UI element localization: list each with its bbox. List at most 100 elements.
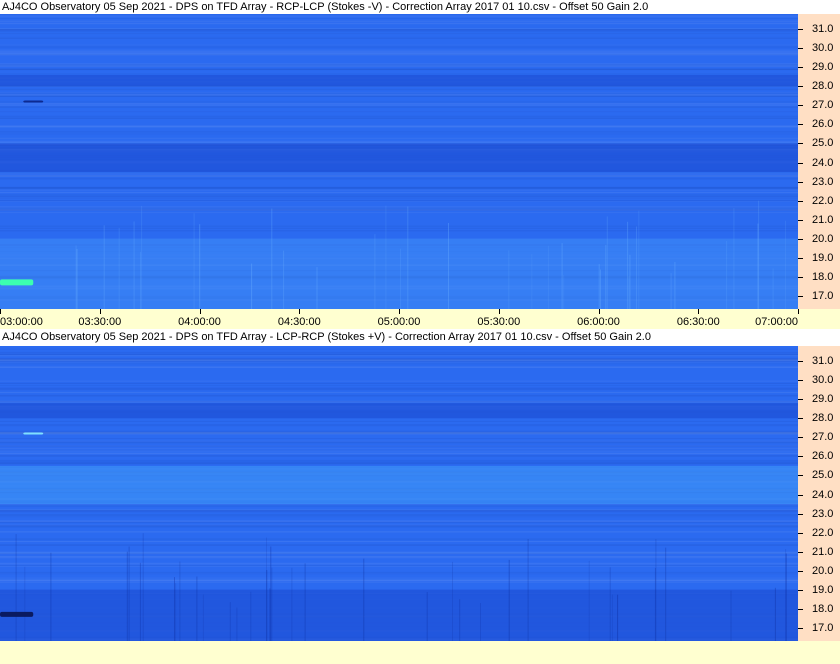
noise-stripe	[0, 520, 798, 522]
y-tick: 28.0	[798, 412, 840, 424]
noise-stripe	[0, 438, 798, 439]
y-tick-label: 23.0	[812, 507, 834, 520]
noise-stripe	[0, 53, 798, 54]
noise-stripe	[0, 21, 798, 22]
interference-line	[283, 250, 285, 309]
y-tick-mark	[798, 48, 803, 50]
x-tick-label: 04:30:00	[277, 316, 321, 328]
interference-line	[598, 264, 600, 309]
y-tick-mark	[798, 608, 803, 610]
y-tick-label: 17.0	[812, 621, 834, 634]
y-tick: 23.0	[798, 176, 840, 188]
x-tick-label: 07:00:00	[755, 316, 798, 328]
noise-stripe	[0, 45, 798, 46]
noise-stripe	[0, 385, 798, 386]
noise-stripe	[0, 208, 798, 209]
interference-line	[103, 225, 105, 309]
noise-stripe	[0, 73, 798, 74]
noise-stripe	[0, 191, 798, 194]
interference-line	[480, 603, 481, 641]
noise-stripe	[0, 531, 798, 533]
y-tick-label: 25.0	[812, 469, 834, 482]
spectrogram-top	[0, 14, 798, 309]
noise-stripe	[0, 38, 798, 39]
noise-stripe	[0, 389, 798, 391]
y-tick-label: 24.0	[812, 156, 834, 169]
interference-line	[561, 243, 563, 309]
interference-line	[611, 594, 613, 641]
noise-stripe	[0, 141, 798, 143]
y-tick-label: 22.0	[812, 194, 834, 207]
y-tick-mark	[798, 380, 803, 382]
noise-stripe	[0, 353, 798, 356]
interference-line	[304, 563, 306, 641]
x-tick-mark	[399, 309, 400, 314]
noise-stripe	[0, 187, 798, 189]
noise-stripe	[0, 30, 798, 32]
interference-line	[271, 208, 273, 309]
y-tick-label: 28.0	[812, 80, 834, 93]
emission-feature	[0, 611, 34, 617]
y-tick-label: 29.0	[812, 393, 834, 406]
y-tick-label: 29.0	[812, 61, 834, 74]
interference-line	[774, 587, 776, 641]
interference-line	[726, 241, 728, 309]
spectrogram-bottom	[0, 346, 798, 641]
noise-stripe	[0, 424, 798, 427]
y-tick-mark	[798, 295, 803, 297]
noise-stripe	[0, 174, 798, 177]
noise-stripe	[0, 45, 798, 47]
interference-line	[628, 276, 630, 309]
noise-stripe	[0, 557, 798, 559]
y-tick: 26.0	[798, 450, 840, 462]
y-tick: 28.0	[798, 80, 840, 92]
interference-line	[448, 223, 449, 309]
y-tick-label: 18.0	[812, 270, 834, 283]
noise-stripe	[0, 551, 798, 554]
noise-stripe	[0, 106, 798, 109]
interference-line	[606, 216, 608, 309]
y-tick-mark	[798, 29, 803, 31]
y-tick: 29.0	[798, 61, 840, 73]
interference-line	[75, 245, 77, 309]
interference-line	[142, 533, 144, 641]
noise-stripe	[0, 450, 798, 452]
x-tick-label: 06:00:00	[577, 316, 620, 328]
noise-stripe	[0, 95, 798, 97]
interference-line	[118, 227, 120, 309]
noise-stripe	[0, 508, 798, 511]
noise-stripe	[0, 562, 798, 565]
emission-feature	[23, 100, 44, 103]
noise-stripe	[0, 47, 798, 49]
emission-feature	[0, 279, 34, 286]
interference-line	[193, 213, 195, 309]
noise-stripe	[0, 52, 798, 54]
y-tick: 23.0	[798, 508, 840, 520]
interference-line	[627, 221, 629, 309]
interference-line	[139, 562, 141, 641]
y-tick-mark	[798, 276, 803, 278]
noise-stripe	[0, 172, 798, 174]
y-tick: 30.0	[798, 374, 840, 386]
noise-stripe	[0, 88, 798, 91]
noise-stripe	[0, 64, 798, 67]
interference-line	[271, 567, 273, 641]
noise-stripe	[0, 366, 798, 368]
x-tick-mark	[199, 309, 201, 314]
interference-line	[617, 594, 619, 641]
noise-stripe	[0, 195, 798, 197]
noise-stripe	[0, 459, 798, 462]
frequency-axis-bottom: 31.0 30.0 29.0 28.0 27.0 26.0 25.0 24.0 23.0 22.0…	[798, 346, 840, 641]
interference-line	[76, 249, 78, 309]
noise-stripe	[0, 20, 798, 21]
noise-stripe	[0, 442, 798, 444]
x-tick-mark	[99, 309, 101, 314]
y-tick: 31.0	[798, 23, 840, 35]
y-tick-mark	[798, 162, 803, 164]
noise-stripe	[0, 401, 798, 403]
interference-line	[128, 546, 130, 641]
y-tick-mark	[798, 219, 803, 221]
noise-stripe	[0, 355, 798, 357]
noise-stripe	[0, 566, 798, 567]
interference-line	[588, 560, 590, 641]
